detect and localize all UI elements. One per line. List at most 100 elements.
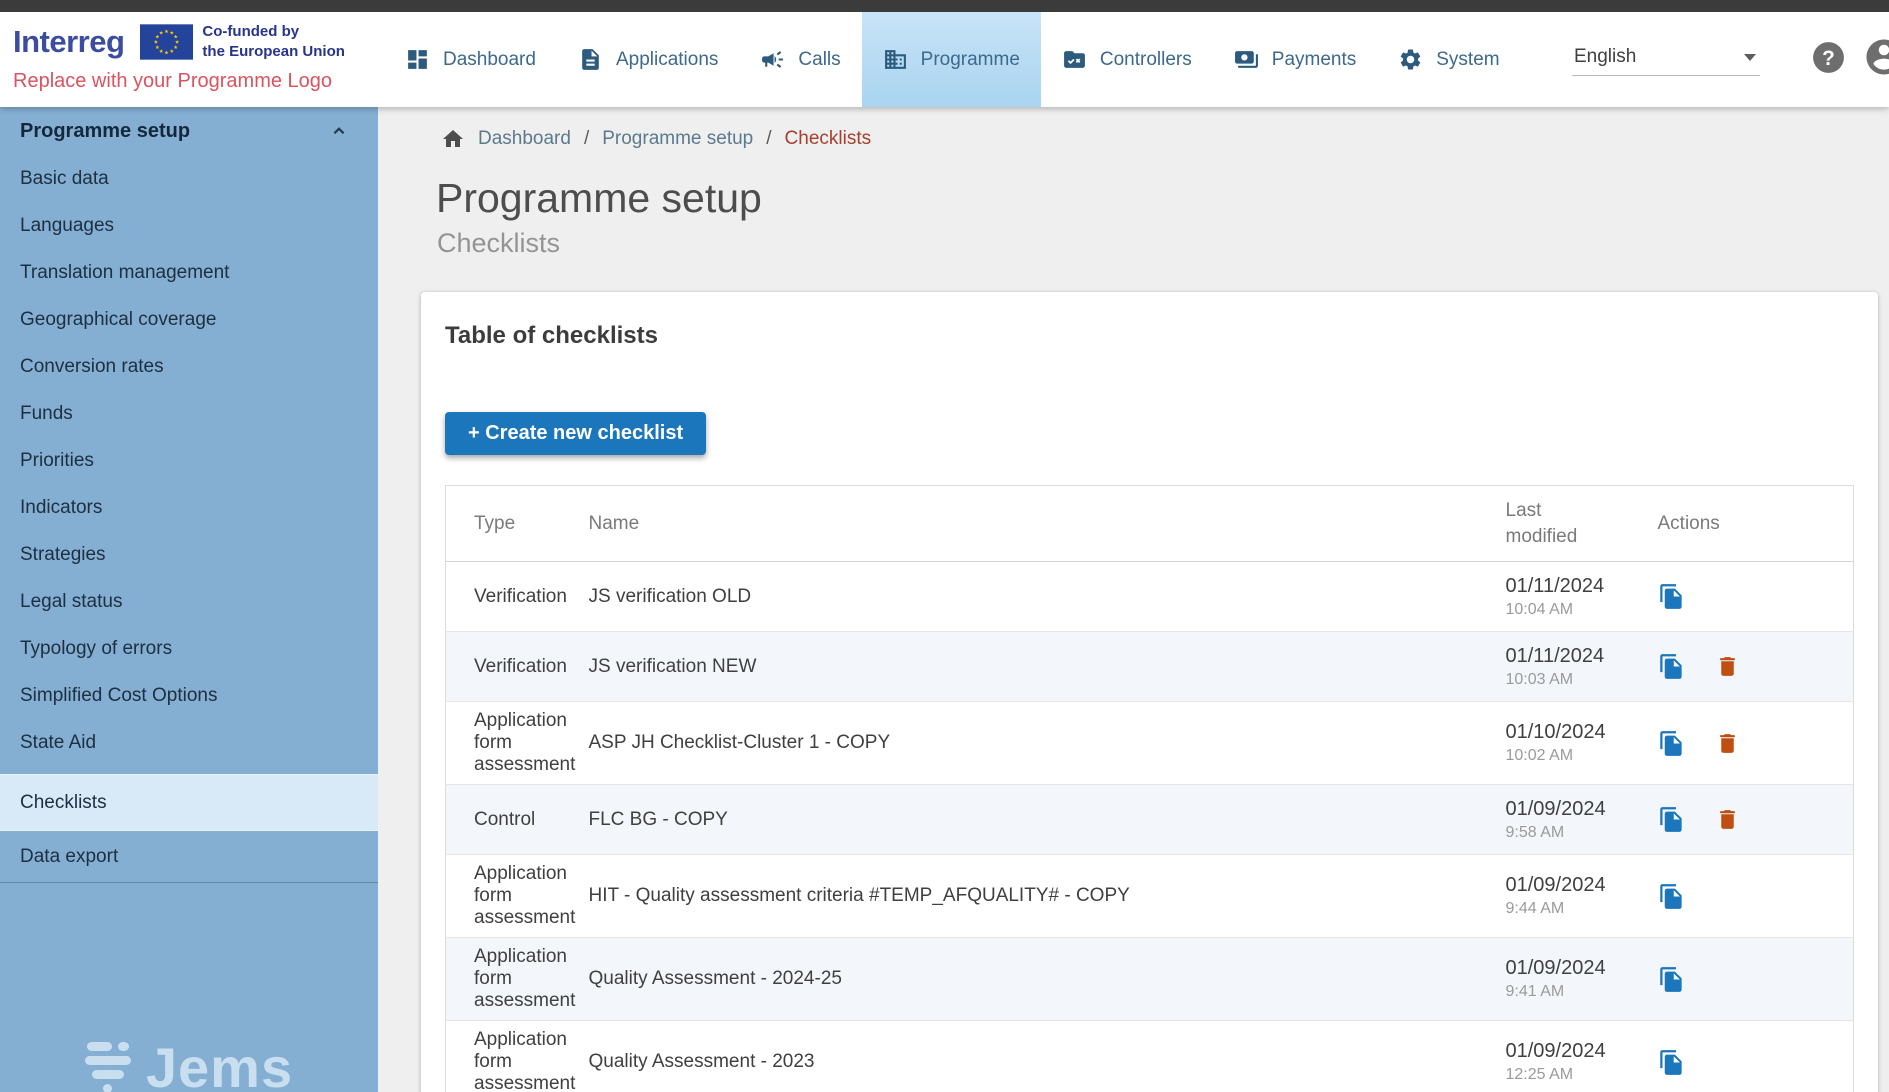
nav-item-dashboard[interactable]: Dashboard xyxy=(384,12,557,107)
sidebar-item-translation-management[interactable]: Translation management xyxy=(0,249,378,296)
nav-item-payments[interactable]: Payments xyxy=(1213,12,1377,107)
delete-checklist-button[interactable] xyxy=(1715,807,1740,832)
checklists-table-body: Verification JS verification OLD 01/11/2… xyxy=(446,562,1854,1092)
help-button[interactable]: ? xyxy=(1810,39,1847,81)
copy-icon xyxy=(1658,653,1685,680)
sidebar-item-strategies[interactable]: Strategies xyxy=(0,531,378,578)
eu-flag-icon xyxy=(140,24,193,60)
copy-checklist-button[interactable] xyxy=(1658,806,1685,833)
copy-icon xyxy=(1658,966,1685,993)
checklist-last-modified: 01/09/2024 9:41 AM xyxy=(1506,938,1658,1021)
sidebar-item-languages[interactable]: Languages xyxy=(0,202,378,249)
main-navigation: Dashboard Applications Calls Programme C… xyxy=(384,12,1521,107)
create-new-checklist-button[interactable]: + Create new checklist xyxy=(445,412,706,455)
sidebar-item-typology-of-errors[interactable]: Typology of errors xyxy=(0,625,378,672)
checklist-name: HIT - Quality assessment criteria #TEMP_… xyxy=(589,855,1506,938)
copy-checklist-button[interactable] xyxy=(1658,883,1685,910)
delete-icon xyxy=(1715,654,1740,679)
sidebar-section-header[interactable]: Programme setup xyxy=(0,107,378,155)
row-actions xyxy=(1658,1049,1846,1076)
checklist-last-modified: 01/10/2024 10:02 AM xyxy=(1506,702,1658,785)
app-header: Interreg Co-funded by the European xyxy=(0,12,1889,107)
user-icon xyxy=(1863,36,1889,78)
sidebar-item-indicators[interactable]: Indicators xyxy=(0,484,378,531)
copy-icon xyxy=(1658,806,1685,833)
eu-cofunded-text: Co-funded by the European Union xyxy=(202,22,345,61)
checklist-type: Control xyxy=(446,785,589,855)
sidebar-item-funds[interactable]: Funds xyxy=(0,390,378,437)
sidebar-item-data-export[interactable]: Data export xyxy=(0,831,378,883)
applications-icon xyxy=(578,47,603,72)
column-header-actions: Actions xyxy=(1658,486,1854,562)
checklist-name: ASP JH Checklist-Cluster 1 - COPY xyxy=(589,702,1506,785)
nav-item-programme[interactable]: Programme xyxy=(862,12,1041,107)
delete-checklist-button[interactable] xyxy=(1715,731,1740,756)
main-content: Dashboard / Programme setup / Checklists… xyxy=(378,107,1889,1092)
checklist-last-modified: 01/11/2024 10:03 AM xyxy=(1506,632,1658,702)
chevron-up-icon xyxy=(328,120,350,142)
interreg-logo: Interreg xyxy=(13,24,124,60)
copy-checklist-button[interactable] xyxy=(1658,730,1685,757)
row-actions xyxy=(1658,653,1846,680)
controllers-icon xyxy=(1062,47,1087,72)
brand-area: Interreg Co-funded by the European xyxy=(0,12,378,107)
copy-checklist-button[interactable] xyxy=(1658,966,1685,993)
column-header-name: Name xyxy=(589,486,1506,562)
delete-icon xyxy=(1715,731,1740,756)
checklist-name: JS verification OLD xyxy=(589,562,1506,632)
sidebar-item-priorities[interactable]: Priorities xyxy=(0,437,378,484)
page-title: Programme setup xyxy=(436,175,1889,222)
svg-text:?: ? xyxy=(1822,47,1835,70)
row-actions xyxy=(1658,730,1846,757)
user-menu-button[interactable] xyxy=(1863,36,1889,83)
column-header-last-modified: Last modified xyxy=(1506,486,1658,562)
row-actions xyxy=(1658,883,1846,910)
checklist-last-modified: 01/09/2024 9:44 AM xyxy=(1506,855,1658,938)
sidebar-item-legal-status[interactable]: Legal status xyxy=(0,578,378,625)
nav-item-controllers[interactable]: Controllers xyxy=(1041,12,1213,107)
checklist-last-modified: 01/11/2024 10:04 AM xyxy=(1506,562,1658,632)
checklist-name: FLC BG - COPY xyxy=(589,785,1506,855)
programme-icon xyxy=(883,47,908,72)
copy-checklist-button[interactable] xyxy=(1658,653,1685,680)
card-title: Table of checklists xyxy=(445,322,1854,350)
checklist-type: Application form assessment xyxy=(446,1021,589,1092)
dashboard-icon xyxy=(405,47,430,72)
breadcrumb-current: Checklists xyxy=(785,128,872,150)
window-top-strip xyxy=(0,0,1889,12)
sidebar-item-geographical-coverage[interactable]: Geographical coverage xyxy=(0,296,378,343)
row-actions xyxy=(1658,966,1846,993)
table-row: Application form assessment Quality Asse… xyxy=(446,1021,1854,1092)
sidebar-item-checklists[interactable]: Checklists xyxy=(0,774,378,831)
nav-item-calls[interactable]: Calls xyxy=(739,12,861,107)
nav-item-system[interactable]: System xyxy=(1377,12,1520,107)
checklist-name: Quality Assessment - 2023 xyxy=(589,1021,1506,1092)
column-header-type: Type xyxy=(446,486,589,562)
copy-icon xyxy=(1658,730,1685,757)
breadcrumb-programme-setup[interactable]: Programme setup xyxy=(602,128,753,150)
programme-logo-placeholder: Replace with your Programme Logo xyxy=(13,70,378,93)
checklist-type: Application form assessment xyxy=(446,938,589,1021)
app-root: { "header": { "brand": { "logo_text": "I… xyxy=(0,0,1889,1092)
jems-logo-block: Jems A harmonised tool by Interact xyxy=(0,1035,378,1092)
checklist-type: Verification xyxy=(446,562,589,632)
calls-icon xyxy=(760,47,785,72)
copy-checklist-button[interactable] xyxy=(1658,583,1685,610)
delete-icon xyxy=(1715,807,1740,832)
eu-cofunded-block: Co-funded by the European Union xyxy=(140,22,345,61)
copy-icon xyxy=(1658,1049,1685,1076)
jems-icon xyxy=(85,1042,131,1092)
checklists-card: Table of checklists + Create new checkli… xyxy=(421,292,1878,1092)
sidebar-item-basic-data[interactable]: Basic data xyxy=(0,155,378,202)
checklist-type: Application form assessment xyxy=(446,702,589,785)
breadcrumb-dashboard[interactable]: Dashboard xyxy=(478,128,571,150)
sidebar-item-simplified-cost-options[interactable]: Simplified Cost Options xyxy=(0,672,378,719)
sidebar-item-state-aid[interactable]: State Aid xyxy=(0,719,378,766)
delete-checklist-button[interactable] xyxy=(1715,654,1740,679)
copy-checklist-button[interactable] xyxy=(1658,1049,1685,1076)
nav-item-applications[interactable]: Applications xyxy=(557,12,739,107)
checklists-table: Type Name Last modified Actions Verifica… xyxy=(445,485,1854,1092)
sidebar-item-conversion-rates[interactable]: Conversion rates xyxy=(0,343,378,390)
copy-icon xyxy=(1658,883,1685,910)
language-select[interactable]: English xyxy=(1572,43,1760,76)
